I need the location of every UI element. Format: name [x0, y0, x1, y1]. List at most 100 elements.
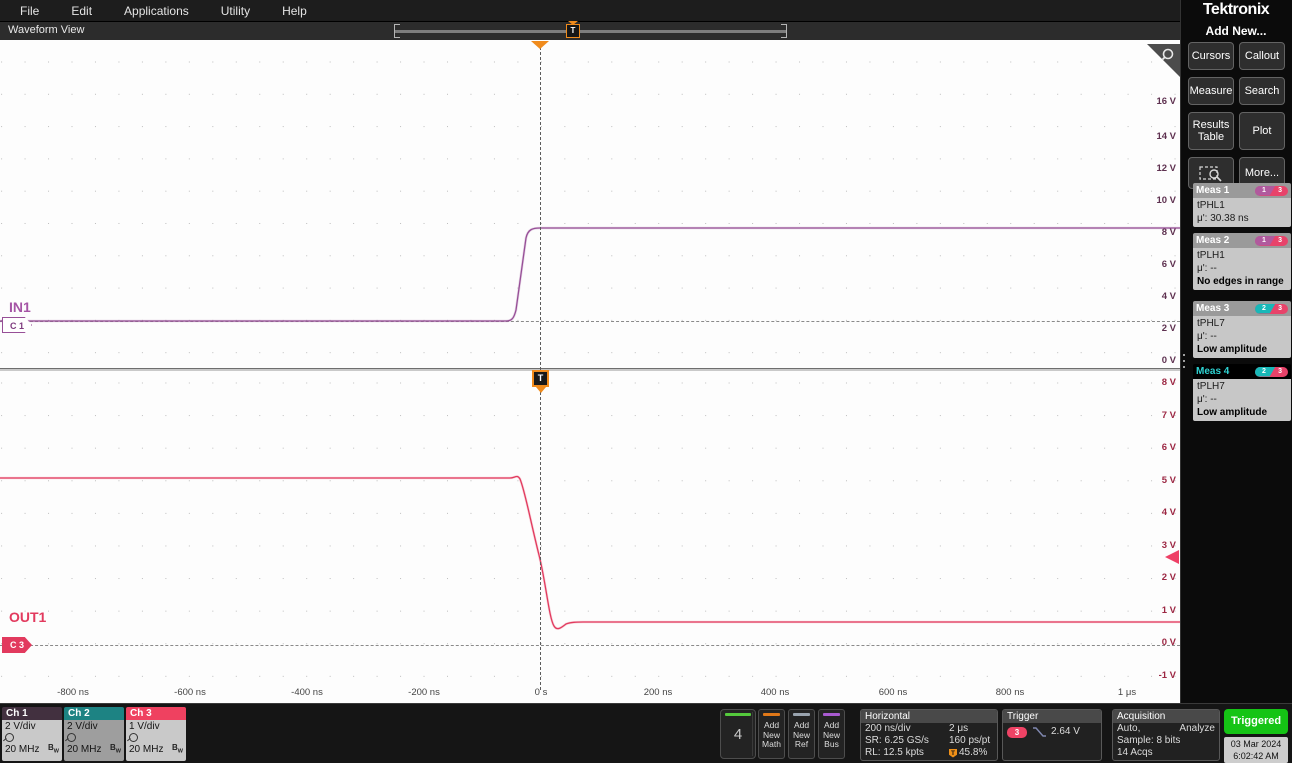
ch1-badge[interactable]: Ch 1 2 V/div 20 MHz BW [2, 707, 62, 761]
add-new-ref-button[interactable]: Add New Ref [788, 709, 815, 759]
menu-help[interactable]: Help [282, 4, 307, 18]
meas-4-source-badge: 2 3 [1255, 366, 1288, 377]
ch3-bw-limit-icon: BW [172, 743, 183, 755]
horizontal-overview-bar[interactable]: T [394, 21, 787, 38]
add-new-bus-button[interactable]: Add New Bus [818, 709, 845, 759]
waveform-view-tab[interactable]: Waveform View [8, 24, 84, 36]
datetime-display: 03 Mar 2024 6:02:42 AM [1224, 737, 1288, 763]
time-axis-0s: 0 s [534, 687, 548, 698]
meas-4-name: Meas 4 [1196, 366, 1230, 377]
trigger-position-badge[interactable]: T [532, 370, 549, 387]
meas-2-type: tPLH1 [1197, 250, 1225, 261]
trigger-position-flag-icon: T [949, 748, 957, 758]
ch3-probe-icon [129, 733, 138, 742]
overview-right-bracket[interactable] [781, 24, 787, 38]
horizontal-trigger-position: 45.8% [959, 747, 988, 758]
meas-3-value: μ': -- [1197, 331, 1217, 342]
meas-4-card[interactable]: Meas 4 2 3 tPLH7 μ': -- Low amplitude [1193, 364, 1291, 421]
acquisition-panel[interactable]: Acquisition Auto, Analyze Sample: 8 bits … [1112, 709, 1220, 761]
horizontal-panel[interactable]: Horizontal 200 ns/div 2 μs SR: 6.25 GS/s 1… [860, 709, 998, 761]
trigger-panel-title: Trigger [1003, 710, 1101, 723]
bottom-control-bar: Ch 1 2 V/div 20 MHz BW Ch 2 2 V/div 20 MH… [0, 703, 1292, 763]
triggered-status-indicator: Triggered [1224, 709, 1288, 734]
add-new-math-button[interactable]: Add New Math [758, 709, 785, 759]
in1-axis-8v: 8 V [1161, 227, 1176, 238]
meas-3-card[interactable]: Meas 3 2 3 tPHL7 μ': -- Low amplitude [1193, 301, 1291, 358]
measurement-results-stack: Meas 1 1 3 tPHL1 μ': 30.38 ns Meas 2 1 3… [1193, 183, 1291, 427]
ch2-badge[interactable]: Ch 2 2 V/div 20 MHz BW [64, 707, 124, 761]
meas-1-type: tPHL1 [1197, 200, 1225, 211]
in1-axis-14v: 14 V [1156, 131, 1176, 142]
tektronix-logo: Tektronix [1202, 1, 1270, 18]
time-axis-m800ns: -800 ns [57, 687, 89, 698]
ch1-probe-icon [5, 733, 14, 742]
add-new-heading: Add New... [1205, 24, 1267, 38]
measure-button[interactable]: Measure [1188, 77, 1234, 105]
ref-color-bar [793, 713, 810, 716]
time-axis-400ns: 400 ns [760, 687, 790, 698]
ch1-bandwidth: 20 MHz [5, 743, 40, 755]
ch1-badge-title: Ch 1 [2, 707, 62, 720]
falling-edge-icon [1033, 726, 1046, 737]
ch1-trace [0, 226, 1180, 323]
ch3-scale: 1 V/div [129, 721, 160, 732]
panel-in1: 16 V 14 V 12 V 10 V 8 V 6 V 4 V 2 V 0 V … [0, 40, 1180, 368]
add-new-button-grid: Cursors Callout Measure Search Results T… [1181, 42, 1292, 189]
meas-1-value: μ': 30.38 ns [1197, 213, 1249, 224]
time-value: 6:02:42 AM [1233, 751, 1279, 761]
results-table-button[interactable]: Results Table [1188, 112, 1234, 150]
ch2-bw-limit-icon: BW [110, 743, 121, 755]
trigger-level-value: 2.64 V [1051, 726, 1080, 737]
in1-axis-4v: 4 V [1161, 291, 1176, 302]
plot-button[interactable]: Plot [1239, 112, 1285, 150]
in1-axis-2v: 2 V [1161, 323, 1176, 334]
menu-applications[interactable]: Applications [124, 4, 189, 18]
time-axis-600ns: 600 ns [878, 687, 908, 698]
meas-1-source-badge: 1 3 [1255, 185, 1288, 196]
ch3-trace [0, 475, 1180, 630]
meas-drag-handle[interactable] [1181, 354, 1187, 368]
meas-1-name: Meas 1 [1196, 185, 1230, 196]
waveform-area: 16 V 14 V 12 V 10 V 8 V 6 V 4 V 2 V 0 V … [0, 40, 1180, 703]
in1-axis-12v: 12 V [1156, 163, 1176, 174]
ch3-badge[interactable]: Ch 3 1 V/div 20 MHz BW [126, 707, 186, 761]
out1-axis-3v: 3 V [1161, 540, 1176, 551]
search-button[interactable]: Search [1239, 77, 1285, 105]
time-axis-1us: 1 μs [1117, 687, 1137, 698]
bus-color-bar [823, 713, 840, 716]
meas-1-card[interactable]: Meas 1 1 3 tPHL1 μ': 30.38 ns [1193, 183, 1291, 227]
meas-4-value: μ': -- [1197, 394, 1217, 405]
overview-record-line [394, 30, 787, 33]
meas-3-status: Low amplitude [1197, 344, 1267, 355]
bottom-bar-divider [752, 712, 753, 756]
menu-edit[interactable]: Edit [71, 4, 92, 18]
meas-2-card[interactable]: Meas 2 1 3 tPLH1 μ': -- No edges in rang… [1193, 233, 1291, 290]
time-axis-200ns: 200 ns [643, 687, 673, 698]
in1-channel-label: IN1 [9, 299, 31, 315]
out1-axis-8v: 8 V [1161, 377, 1176, 388]
cursors-button[interactable]: Cursors [1188, 42, 1234, 70]
waveform-count-indicator [725, 713, 751, 716]
waveform-view-tab-bar: Waveform View T [0, 21, 1180, 40]
out1-axis-6v: 6 V [1161, 442, 1176, 453]
out1-axis-neg1v: -1 V [1158, 670, 1176, 681]
in1-axis-6v: 6 V [1161, 259, 1176, 270]
out1-axis-5v: 5 V [1161, 475, 1176, 486]
out1-axis-7v: 7 V [1161, 410, 1176, 421]
overview-left-bracket[interactable] [394, 24, 400, 38]
horizontal-sample-rate: SR: 6.25 GS/s [865, 735, 929, 746]
out1-axis-2v: 2 V [1161, 572, 1176, 583]
horizontal-panel-title: Horizontal [861, 710, 997, 723]
trigger-position-marker[interactable]: T [566, 24, 580, 38]
ch2-badge-title: Ch 2 [64, 707, 124, 720]
waveform-count-button[interactable]: 4 [720, 709, 756, 759]
menu-utility[interactable]: Utility [221, 4, 250, 18]
trigger-panel[interactable]: Trigger 3 2.64 V [1002, 709, 1102, 761]
in1-axis-0v: 0 V [1161, 355, 1176, 366]
acquisition-analyze: Analyze [1179, 723, 1215, 734]
callout-button[interactable]: Callout [1239, 42, 1285, 70]
panel-out1: 8 V 7 V 6 V 5 V 4 V 3 V 2 V 1 V 0 V -1 V… [0, 371, 1180, 703]
menu-file[interactable]: File [20, 4, 39, 18]
trigger-time-dashed-line [540, 42, 541, 690]
trigger-position-caret-icon[interactable] [531, 41, 549, 49]
